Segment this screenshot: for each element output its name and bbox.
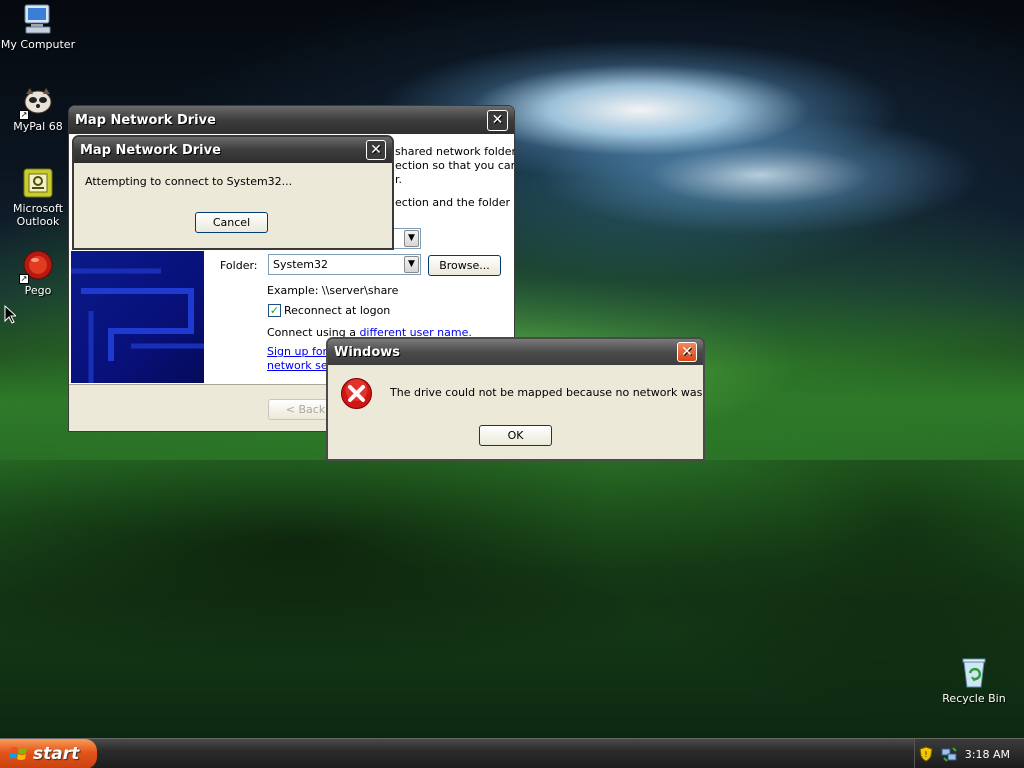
folder-input[interactable]: System32 ▼ bbox=[268, 254, 421, 275]
desktop-icon-my-computer[interactable]: My Computer bbox=[0, 2, 76, 51]
dialog-titlebar[interactable]: Windows ✕ bbox=[328, 339, 703, 365]
window-titlebar[interactable]: Map Network Drive ✕ bbox=[69, 106, 514, 134]
error-icon bbox=[340, 377, 373, 410]
reconnect-label[interactable]: Reconnect at logon bbox=[284, 304, 390, 317]
pego-icon: ↗ bbox=[19, 248, 55, 284]
reconnect-checkbox[interactable]: ✓ bbox=[268, 304, 281, 317]
folder-value: System32 bbox=[273, 258, 329, 271]
network-icon[interactable] bbox=[941, 746, 957, 762]
start-label: start bbox=[33, 744, 80, 764]
desktop-wallpaper bbox=[0, 460, 1024, 740]
intro-text: r. bbox=[395, 173, 403, 186]
desktop-icon-label: Recycle Bin bbox=[942, 692, 1006, 705]
desktop-icon-label: MyPal 68 bbox=[13, 120, 63, 133]
system-tray: ! 3:18 AM bbox=[914, 739, 1024, 768]
desktop-icon-outlook[interactable]: Microsoft Outlook bbox=[0, 166, 76, 228]
error-dialog: Windows ✕ The drive could not be mapped … bbox=[326, 337, 705, 461]
recycle-bin-icon bbox=[957, 656, 991, 690]
clock[interactable]: 3:18 AM bbox=[965, 748, 1010, 761]
dialog-titlebar[interactable]: Map Network Drive ✕ bbox=[74, 137, 392, 163]
drive-select[interactable]: ▼ bbox=[393, 228, 421, 249]
mypal-browser-icon: ↗ bbox=[19, 84, 55, 120]
ok-button[interactable]: OK bbox=[479, 425, 552, 446]
wizard-banner-image bbox=[71, 251, 204, 383]
chevron-down-icon[interactable]: ▼ bbox=[404, 230, 419, 247]
desktop-icon-label: Microsoft Outlook bbox=[12, 202, 64, 228]
desktop-icon-recycle-bin[interactable]: Recycle Bin bbox=[936, 656, 1012, 705]
shortcut-arrow-icon: ↗ bbox=[19, 110, 29, 120]
example-text: Example: \\server\share bbox=[267, 284, 399, 297]
dialog-title: Map Network Drive bbox=[80, 142, 221, 158]
error-message: The drive could not be mapped because no… bbox=[390, 386, 703, 399]
desktop-icon-pego[interactable]: ↗ Pego bbox=[0, 248, 76, 297]
desktop-icon-label: My Computer bbox=[0, 38, 76, 51]
windows-logo-icon bbox=[10, 747, 27, 760]
computer-icon bbox=[21, 2, 55, 36]
browse-button[interactable]: Browse... bbox=[428, 255, 501, 276]
desktop-icon-mypal[interactable]: ↗ MyPal 68 bbox=[0, 84, 76, 133]
close-icon[interactable]: ✕ bbox=[487, 109, 508, 131]
folder-label: Folder: bbox=[220, 259, 258, 272]
mouse-pointer-icon bbox=[4, 305, 16, 324]
svg-text:!: ! bbox=[924, 750, 927, 759]
outlook-icon bbox=[21, 166, 55, 200]
cancel-button[interactable]: Cancel bbox=[195, 212, 268, 233]
dialog-title: Windows bbox=[334, 344, 401, 360]
shortcut-arrow-icon: ↗ bbox=[19, 274, 29, 284]
signup-link-line2[interactable]: network ser bbox=[267, 359, 332, 372]
start-button[interactable]: start bbox=[0, 739, 97, 768]
connecting-message: Attempting to connect to System32... bbox=[85, 175, 293, 188]
close-icon[interactable]: ✕ bbox=[677, 342, 697, 362]
chevron-down-icon[interactable]: ▼ bbox=[404, 256, 419, 273]
intro-text: ection so that you can bbox=[395, 159, 515, 172]
taskbar: start ! 3:18 AM bbox=[0, 738, 1024, 768]
close-icon[interactable]: ✕ bbox=[366, 140, 386, 160]
intro-text: shared network folder bbox=[395, 145, 515, 158]
security-shield-icon[interactable]: ! bbox=[919, 746, 933, 762]
desktop-icon-label: Pego bbox=[24, 284, 52, 297]
intro-text: ection and the folder bbox=[395, 196, 511, 209]
connecting-dialog: Map Network Drive ✕ Attempting to connec… bbox=[72, 135, 394, 250]
window-title: Map Network Drive bbox=[75, 112, 216, 128]
